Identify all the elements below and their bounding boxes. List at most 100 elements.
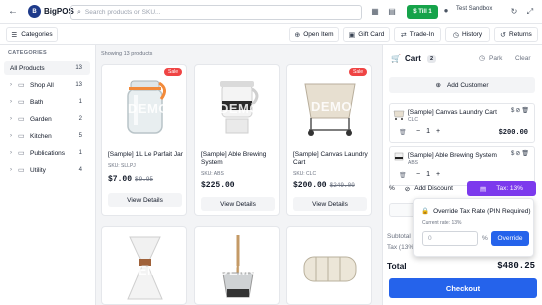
sidebar-item-kitchen[interactable]: › ▭ Kitchen 5: [4, 129, 90, 143]
trash-icon[interactable]: 🗑: [399, 172, 407, 179]
folder-icon: ▭: [18, 116, 25, 123]
total-label: Total: [387, 261, 407, 271]
cart-item-actions[interactable]: $⊘🗑: [511, 107, 530, 114]
product-card[interactable]: DEMO: [194, 226, 280, 305]
cart-item[interactable]: [Sample] Canvas Laundry Cart CLC $⊘🗑 🗑 −…: [389, 103, 535, 143]
quantity-value: 1: [426, 128, 430, 135]
sidebar-item-all-products[interactable]: All Products 13: [4, 61, 90, 75]
checkout-button[interactable]: Checkout: [389, 278, 537, 298]
open-item-button[interactable]: ⊕ Open Item: [289, 27, 339, 42]
logo-letter: B: [32, 8, 37, 15]
plus-button[interactable]: +: [436, 171, 440, 178]
user-name[interactable]: Test Sandbox: [456, 6, 492, 12]
sale-badge: Sale: [163, 68, 182, 76]
total-value: $480.25: [497, 261, 535, 271]
product-price: $200.00 $249.00: [293, 181, 355, 190]
sidebar-item-label: Publications: [30, 149, 66, 157]
quantity-stepper[interactable]: − 1 +: [416, 128, 440, 135]
top-bar: ← B BigPOS ⌕ Search products or SKU... ▦…: [0, 0, 542, 24]
sidebar-item-count: 13: [75, 65, 82, 71]
sidebar-item-label: Shop All: [30, 81, 54, 89]
park-button[interactable]: Park: [489, 55, 502, 62]
chevron-right-icon: ›: [10, 167, 12, 173]
gift-icon: ▣: [348, 31, 356, 39]
demo-watermark: DEMO: [311, 99, 352, 114]
tax-rate-input[interactable]: 0: [422, 231, 478, 246]
sidebar-item-publications[interactable]: › ▭ Publications 1: [4, 146, 90, 160]
trash-icon[interactable]: 🗑: [399, 129, 407, 136]
chevron-right-icon: ›: [10, 82, 12, 88]
view-details-button[interactable]: View Details: [293, 197, 367, 211]
barcode-icon[interactable]: ▦: [369, 6, 381, 18]
add-customer-button[interactable]: ⊕ Add Customer: [389, 77, 535, 93]
receipt-icon: ▤: [480, 185, 487, 193]
clear-button[interactable]: Clear: [515, 55, 531, 62]
lock-icon: 🔒: [421, 208, 430, 215]
product-count-text: Showing 13 products: [101, 51, 153, 57]
quantity-stepper[interactable]: − 1 +: [416, 171, 440, 178]
override-button[interactable]: Override: [491, 231, 529, 246]
sidebar-item-shop-all[interactable]: › ▭ Shop All 13: [4, 78, 90, 92]
view-details-button[interactable]: View Details: [201, 197, 275, 211]
search-input[interactable]: ⌕ Search products or SKU...: [70, 5, 362, 20]
refresh-icon[interactable]: ↻: [508, 6, 520, 18]
plus-icon: ⊕: [294, 31, 301, 39]
view-details-button[interactable]: View Details: [108, 193, 182, 207]
gift-card-button[interactable]: ▣ Gift Card: [343, 27, 390, 42]
fullscreen-icon[interactable]: ⤢: [524, 6, 536, 18]
cart-header: 🛒 Cart 2: [391, 54, 437, 63]
return-icon: ↺: [500, 31, 507, 39]
toolbar: ☰ Categories ⊕ Open Item ▣ Gift Card ⇄ Trad…: [0, 24, 542, 45]
returns-button[interactable]: ↺ Returns: [494, 27, 538, 42]
cart-item-thumbnail: [393, 110, 405, 120]
category-sidebar: CATEGORIES All Products 13 › ▭ Shop All 1…: [0, 45, 96, 305]
product-name: [Sample] Canvas Laundry Cart: [293, 151, 368, 166]
cart-count-badge: 2: [426, 54, 437, 63]
grid-view-icon[interactable]: ▤: [386, 6, 398, 18]
history-label: History: [461, 31, 483, 38]
product-grid: Showing 13 products DEMO Sale [Sample] 1…: [96, 45, 382, 305]
sidebar-item-utility[interactable]: › ▭ Utility 4: [4, 163, 90, 177]
demo-watermark: DEMO: [128, 101, 169, 116]
history-button[interactable]: ◷ History: [445, 27, 490, 42]
minus-button[interactable]: −: [416, 128, 420, 135]
product-image: DEMO: [195, 65, 279, 147]
old-price: $9.95: [135, 176, 154, 183]
history-icon: ◷: [452, 31, 459, 39]
product-card[interactable]: DEMO Sale [Sample] 1L Le Parfait Jar SKU…: [101, 64, 187, 216]
demo-watermark: DEMO: [128, 263, 169, 278]
add-discount-button[interactable]: % ⊘ Add Discount: [389, 181, 477, 196]
plus-button[interactable]: +: [436, 128, 440, 135]
categories-button[interactable]: ☰ Categories: [6, 27, 58, 42]
add-user-icon: ⊕: [435, 82, 441, 89]
product-card[interactable]: DEMO Sale [Sample] Canvas Laundry Cart S…: [286, 64, 372, 216]
subtotal-label: Subtotal: [387, 233, 411, 240]
till-badge[interactable]: $ Till 1: [407, 5, 438, 19]
user-icon: ●: [443, 6, 449, 15]
tax-button[interactable]: ▤ Tax: 13%: [467, 181, 536, 196]
cart-item[interactable]: [Sample] Able Brewing System ABS $⊘🗑 🗑 −…: [389, 146, 535, 186]
minus-button[interactable]: −: [416, 171, 420, 178]
cart-item-sku: ABS: [408, 160, 419, 166]
sidebar-item-bath[interactable]: › ▭ Bath 1: [4, 95, 90, 109]
park-icon: ◷: [479, 55, 486, 62]
cart-panel: 🛒 Cart 2 ◷ Park Clear ⊕ Add Customer [Sa…: [382, 45, 542, 305]
price-value: $7.00: [108, 175, 133, 184]
back-arrow-icon[interactable]: ←: [8, 6, 18, 18]
product-price: $7.00 $9.95: [108, 175, 153, 184]
product-sku: SKU: CLC: [293, 171, 317, 177]
product-card[interactable]: DEMO: [101, 226, 187, 305]
product-card[interactable]: DEMO [Sample] Able Brewing System SKU: A…: [194, 64, 280, 216]
product-image: [287, 227, 371, 304]
demo-watermark: DEMO: [219, 263, 260, 278]
product-card[interactable]: [286, 226, 372, 305]
trade-in-button[interactable]: ⇄ Trade-In: [394, 27, 441, 42]
cart-item-actions[interactable]: $⊘🗑: [511, 150, 530, 157]
categories-label: Categories: [21, 31, 53, 38]
product-sku: SKU: SLLPJ: [108, 163, 136, 169]
sidebar-item-label: Utility: [30, 166, 46, 174]
sidebar-item-count: 1: [78, 99, 82, 105]
product-price: $225.00: [201, 181, 235, 190]
sidebar-item-garden[interactable]: › ▭ Garden 2: [4, 112, 90, 126]
product-sku: SKU: ABS: [201, 171, 224, 177]
